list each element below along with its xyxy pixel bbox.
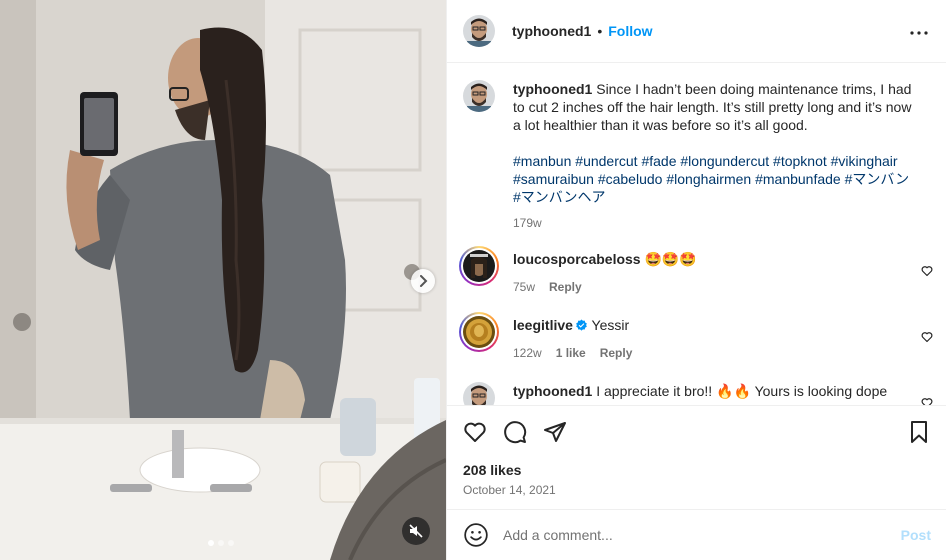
- caption-timestamp[interactable]: 179w: [513, 214, 542, 232]
- hashtag[interactable]: #undercut: [575, 153, 637, 169]
- like-comment-button[interactable]: [921, 330, 933, 346]
- caption-username[interactable]: typhooned1: [513, 81, 592, 97]
- carousel-dot: [218, 540, 224, 546]
- avatar-image: [463, 316, 495, 348]
- heart-icon: [464, 422, 486, 442]
- like-button[interactable]: [463, 420, 487, 447]
- comment-text: Yessir: [587, 317, 630, 333]
- hashtag[interactable]: #マンバンヘア: [513, 189, 606, 205]
- avatar[interactable]: [463, 80, 495, 112]
- avatar[interactable]: [463, 15, 495, 47]
- comment-body: leegitlive Yessir 122w 1 like Reply: [513, 316, 917, 362]
- caption-text-block: typhooned1 Since I hadn’t been doing mai…: [513, 80, 917, 232]
- post-media[interactable]: [0, 0, 446, 560]
- comment-button[interactable]: [503, 420, 527, 447]
- carousel-dot: [208, 540, 214, 546]
- like-comment-button[interactable]: [921, 396, 933, 405]
- smiley-icon: [464, 523, 488, 547]
- bookmark-icon: [911, 421, 927, 443]
- reply-button[interactable]: Reply: [600, 344, 633, 362]
- hashtag[interactable]: #samuraibun: [513, 171, 594, 187]
- comment-likes[interactable]: 1 like: [556, 344, 586, 362]
- avatar[interactable]: [459, 246, 499, 286]
- comment-body: typhooned1 I appreciate it bro!! 🔥🔥 Your…: [513, 382, 917, 400]
- hashtag[interactable]: #longundercut: [680, 153, 769, 169]
- hashtag-list: #manbun #undercut #fade #longundercut #t…: [513, 152, 917, 206]
- hashtag[interactable]: #manbun: [513, 153, 571, 169]
- carousel-dot: [228, 540, 234, 546]
- comments-list[interactable]: typhooned1 Since I hadn’t been doing mai…: [447, 64, 946, 405]
- avatar-image: [463, 15, 495, 47]
- comment-body: loucosporcabeloss 🤩🤩🤩 75w Reply: [513, 250, 917, 296]
- hashtag[interactable]: #マンバン: [845, 171, 910, 187]
- share-button[interactable]: [543, 420, 567, 447]
- carousel-indicator: [208, 540, 234, 546]
- hashtag[interactable]: #vikinghair: [831, 153, 898, 169]
- hashtag[interactable]: #cabeludo: [598, 171, 663, 187]
- post-photo: [0, 0, 446, 560]
- like-count[interactable]: 208 likes: [463, 462, 521, 478]
- comment-text: I appreciate it bro!! 🔥🔥 Yours is lookin…: [592, 383, 888, 399]
- avatar[interactable]: [463, 382, 495, 405]
- separator-dot: •: [597, 23, 603, 39]
- post-details-panel: typhooned1 • Follow typhooned1 Since I h…: [446, 0, 946, 560]
- heart-icon: [921, 266, 933, 277]
- chevron-right-icon: [420, 275, 428, 287]
- comment-username[interactable]: leegitlive: [513, 317, 573, 333]
- hashtag[interactable]: #longhairmen: [666, 171, 751, 187]
- post-date[interactable]: October 14, 2021: [463, 483, 556, 497]
- post-header: typhooned1 • Follow: [447, 0, 946, 63]
- emoji-picker-button[interactable]: [463, 522, 489, 548]
- more-horizontal-icon: [910, 31, 928, 35]
- comment-composer: Post: [447, 509, 946, 560]
- more-options-button[interactable]: [907, 21, 931, 48]
- speaker-muted-icon: [409, 524, 423, 538]
- save-button[interactable]: [907, 420, 931, 447]
- follow-button[interactable]: Follow: [608, 23, 652, 39]
- comment-username[interactable]: loucosporcabeloss: [513, 251, 641, 267]
- hashtag[interactable]: #fade: [641, 153, 676, 169]
- post-author-username[interactable]: typhooned1: [512, 23, 591, 39]
- avatar-image: [463, 382, 495, 405]
- post-actions: 208 likes October 14, 2021: [447, 405, 946, 509]
- comment-icon: [504, 421, 527, 444]
- comment-timestamp[interactable]: 122w: [513, 344, 542, 362]
- comment-timestamp[interactable]: 75w: [513, 278, 535, 296]
- comment-text: 🤩🤩🤩: [640, 251, 697, 267]
- heart-icon: [921, 332, 933, 343]
- paper-plane-icon: [544, 422, 566, 442]
- avatar-image: [463, 80, 495, 112]
- next-slide-button[interactable]: [411, 269, 435, 293]
- comment-input[interactable]: [503, 527, 883, 543]
- comment-username[interactable]: typhooned1: [513, 383, 592, 399]
- avatar[interactable]: [459, 312, 499, 352]
- like-comment-button[interactable]: [921, 264, 933, 280]
- hashtag[interactable]: #manbunfade: [755, 171, 841, 187]
- reply-button[interactable]: Reply: [549, 278, 582, 296]
- hashtag[interactable]: #topknot: [773, 153, 827, 169]
- mute-button[interactable]: [402, 517, 430, 545]
- post-comment-button[interactable]: Post: [901, 527, 931, 543]
- avatar-image: [463, 250, 495, 282]
- heart-icon: [921, 398, 933, 405]
- verified-badge-icon: [576, 319, 587, 331]
